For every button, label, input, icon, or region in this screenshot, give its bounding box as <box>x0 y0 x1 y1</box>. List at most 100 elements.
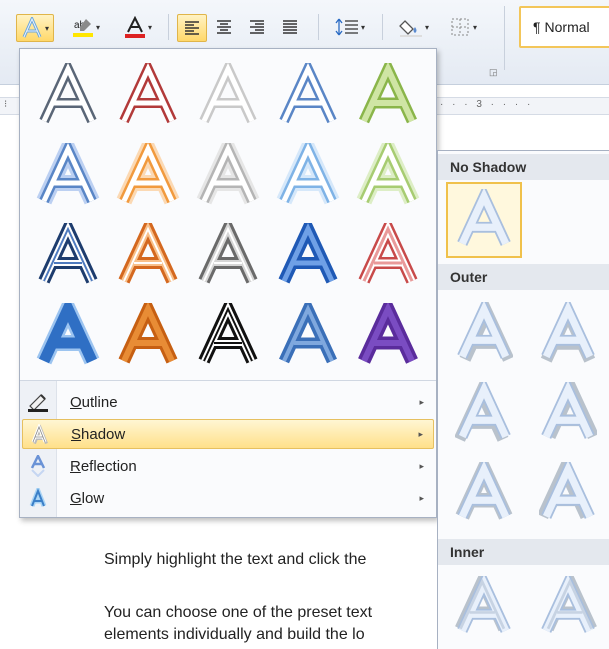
text-effect-style-glow-green[interactable] <box>348 135 428 215</box>
text-effect-style-outline-lightgray[interactable] <box>188 55 268 135</box>
shadow-option-inner[interactable] <box>446 569 522 645</box>
text-effect-style-outline-gray[interactable] <box>28 55 108 135</box>
shadow-letter-a-icon <box>455 576 511 633</box>
separator <box>168 14 169 40</box>
menu-item-outline[interactable]: Outline ▸ <box>22 387 434 417</box>
menu-item-shadow[interactable]: Shadow ▸ <box>22 419 434 449</box>
align-right-icon <box>250 20 264 34</box>
text-effect-style-bevel-blue[interactable] <box>268 215 348 295</box>
font-color-button[interactable]: ▾ <box>118 14 158 40</box>
text-effect-style-bevel-orange[interactable] <box>108 215 188 295</box>
line-spacing-button[interactable]: ▾ <box>328 14 372 40</box>
section-header-outer: Outer <box>438 264 609 290</box>
menu-item-shadow-mnemonic: S <box>71 425 82 443</box>
styled-letter-a-icon <box>198 303 258 364</box>
styled-letter-a-icon <box>118 223 178 284</box>
paragraph-mark-icon: ¶ <box>533 19 541 35</box>
styled-letter-a-icon <box>198 223 258 284</box>
justify-button[interactable] <box>276 14 304 40</box>
menu-item-outline-mnemonic: O <box>70 393 82 411</box>
document-line: Simply highlight the text and click the <box>104 551 367 568</box>
align-left-icon <box>185 21 199 35</box>
text-effect-style-outline-blue[interactable] <box>268 55 348 135</box>
text-effect-style-bevel-red[interactable] <box>348 215 428 295</box>
shadow-option-outer[interactable] <box>530 295 606 371</box>
text-effect-style-glow-gray[interactable] <box>188 135 268 215</box>
shading-button[interactable]: ▾ <box>392 14 436 40</box>
submenu-arrow-icon: ▸ <box>419 396 424 407</box>
section-header-no-shadow: No Shadow <box>438 154 609 180</box>
text-effects-gallery <box>20 49 436 381</box>
menu-item-outline-label: utline <box>81 393 118 411</box>
styled-letter-a-icon <box>118 303 178 364</box>
shadow-letter-a-icon <box>539 462 595 520</box>
style-normal[interactable]: ¶ Normal <box>519 6 609 48</box>
text-effect-style-bevel-navy[interactable] <box>28 215 108 295</box>
document-line: elements individually and build the lo <box>104 626 365 643</box>
shadow-option-outer[interactable] <box>530 455 606 531</box>
font-color-icon <box>124 16 145 38</box>
menu-item-reflection-label: eflection <box>80 457 137 475</box>
styled-letter-a-icon <box>199 63 257 124</box>
text-effect-style-fill-orange[interactable] <box>108 295 188 375</box>
separator <box>382 14 383 40</box>
styled-letter-a-icon <box>279 63 337 124</box>
submenu-arrow-icon: ▸ <box>419 492 424 503</box>
text-effects-button[interactable]: ▾ <box>16 14 54 42</box>
highlighter-icon: ab <box>72 19 93 37</box>
section-header-inner: Inner <box>438 539 609 565</box>
separator <box>504 6 505 70</box>
chevron-down-icon: ▾ <box>360 22 365 32</box>
text-effect-style-fill-blue[interactable] <box>28 295 108 375</box>
shadow-option-inner[interactable] <box>530 569 606 645</box>
menu-item-glow-mnemonic: G <box>70 489 82 507</box>
menu-item-shadow-label: hadow <box>81 425 126 443</box>
menu-item-glow-label: low <box>81 489 105 507</box>
shadow-letter-a-icon <box>541 576 597 633</box>
text-effect-style-bevel-silver[interactable] <box>188 215 268 295</box>
text-effect-style-glow-orange[interactable] <box>108 135 188 215</box>
styled-letter-a-icon <box>196 143 260 205</box>
text-effect-style-fill-blue-reflect[interactable] <box>268 295 348 375</box>
shadow-option-outer[interactable] <box>446 295 522 371</box>
align-center-icon <box>217 20 231 34</box>
text-effects-icon <box>22 17 42 38</box>
styled-letter-a-icon <box>358 303 418 364</box>
borders-button[interactable]: ▾ <box>442 14 486 40</box>
styled-letter-a-icon <box>36 303 100 365</box>
menu-item-glow[interactable]: Glow ▸ <box>22 483 434 513</box>
shadow-option-outer[interactable] <box>446 375 522 451</box>
chevron-down-icon: ▾ <box>424 22 429 32</box>
menu-item-reflection-mnemonic: R <box>70 457 81 475</box>
styled-letter-a-icon <box>358 223 418 284</box>
text-effect-style-fill-black[interactable] <box>188 295 268 375</box>
highlight-color-button[interactable]: ab ▾ <box>66 14 106 40</box>
reflection-a-icon <box>22 455 54 477</box>
align-center-button[interactable] <box>210 14 238 40</box>
menu-item-reflection[interactable]: Reflection ▸ <box>22 451 434 481</box>
text-effect-style-outline-green[interactable] <box>348 55 428 135</box>
line-spacing-icon <box>335 18 358 36</box>
document-line: You can choose one of the preset text <box>104 604 373 621</box>
outline-pen-icon <box>22 392 54 412</box>
dialog-launcher-icon[interactable]: ◲ <box>489 67 498 78</box>
align-right-button[interactable] <box>243 14 271 40</box>
shadow-option-outer[interactable] <box>446 455 522 531</box>
text-effect-style-glow-lightblue[interactable] <box>268 135 348 215</box>
submenu-arrow-icon: ▸ <box>418 428 423 439</box>
text-effect-style-fill-purple[interactable] <box>348 295 428 375</box>
styled-letter-a-icon <box>38 223 98 284</box>
styled-letter-a-icon <box>276 143 340 205</box>
borders-icon <box>451 18 469 36</box>
shadow-option-no-shadow[interactable] <box>446 182 522 258</box>
shadow-letter-a-icon <box>457 189 511 246</box>
styled-letter-a-icon <box>278 223 338 284</box>
glow-a-icon <box>22 488 54 508</box>
ruler-marks: · · · 3 · · · · <box>440 99 534 110</box>
justify-icon <box>283 20 297 34</box>
text-effect-style-outline-red[interactable] <box>108 55 188 135</box>
text-effect-style-glow-blue[interactable] <box>28 135 108 215</box>
align-left-button[interactable] <box>177 14 207 42</box>
shadow-option-outer[interactable] <box>530 375 606 451</box>
styled-letter-a-icon <box>36 143 100 205</box>
